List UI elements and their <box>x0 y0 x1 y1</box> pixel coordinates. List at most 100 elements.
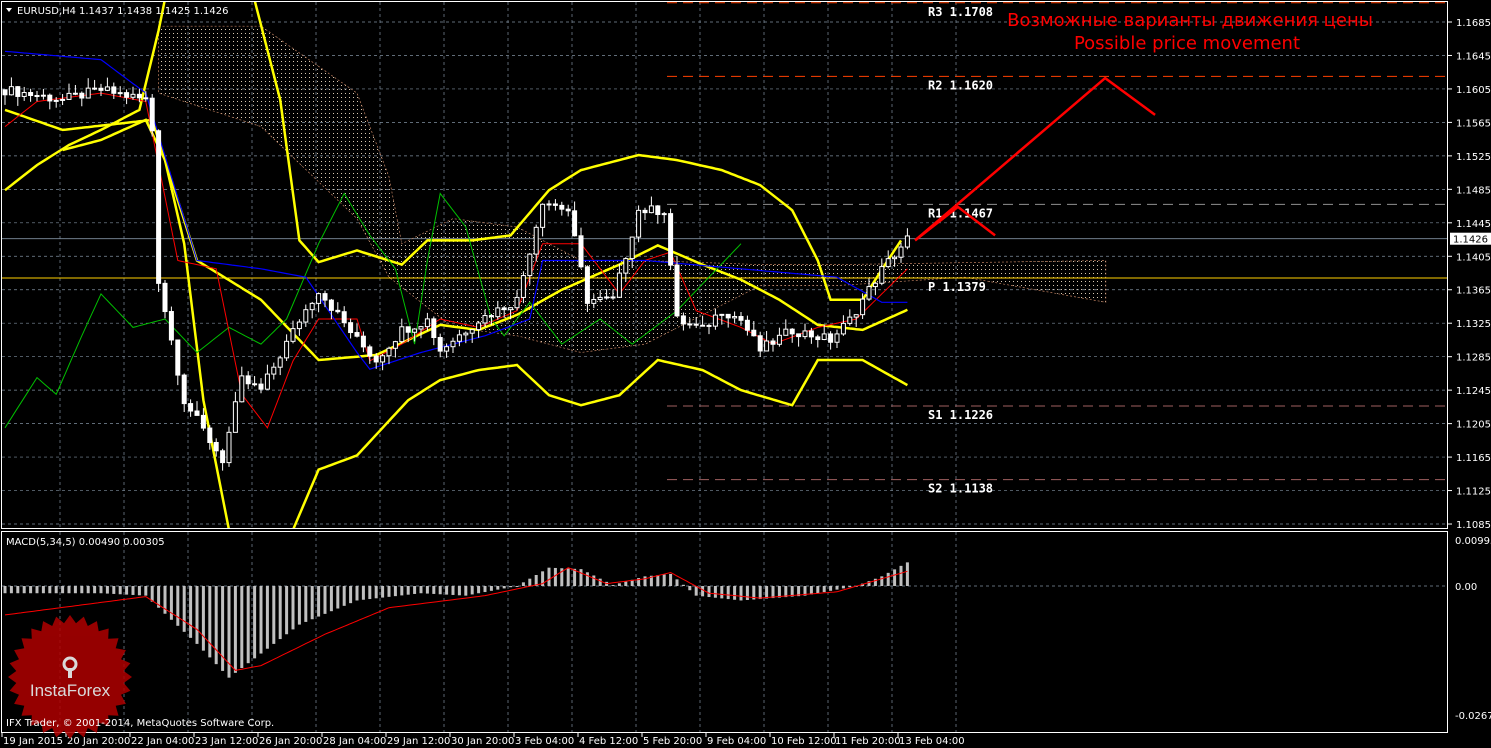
candle-bull <box>232 401 238 433</box>
macd-bar <box>368 586 372 600</box>
price-tick-label: 1.1485 <box>1456 185 1491 196</box>
macd-bar <box>464 586 468 596</box>
macd-bar <box>41 586 45 594</box>
time-tick-label: 29 Jan 12:00 <box>387 736 450 747</box>
macd-bar <box>681 584 685 586</box>
candle-bull <box>540 203 546 228</box>
candle-bull <box>495 307 501 318</box>
macd-bar <box>208 586 212 658</box>
candle-bear <box>584 266 590 304</box>
candle-bull <box>821 333 827 341</box>
price-tick-label: 1.1525 <box>1456 152 1491 163</box>
macd-bar <box>477 586 481 594</box>
candle-bull <box>296 321 302 330</box>
macd-bar <box>905 562 909 586</box>
time-tick-label: 23 Jan 12:00 <box>195 736 258 747</box>
macd-bar <box>841 586 845 589</box>
annotation-en: Possible price movement <box>1074 33 1300 54</box>
candle-bull <box>418 326 424 330</box>
macd-bar <box>291 586 295 630</box>
macd-bar <box>425 586 429 594</box>
candle-bull <box>303 309 309 323</box>
candle-bull <box>834 333 840 343</box>
macd-bar <box>502 586 506 589</box>
macd-bar <box>758 586 762 600</box>
macd-bar <box>720 586 724 599</box>
candle-bear <box>373 355 379 363</box>
candle-bull <box>732 316 738 319</box>
macd-bar <box>713 586 717 598</box>
candle-bull <box>661 213 667 216</box>
macd-bar <box>246 586 250 664</box>
macd-bar <box>739 586 743 601</box>
macd-bar <box>777 586 781 598</box>
macd-bar <box>521 582 525 586</box>
macd-bar <box>451 586 455 595</box>
macd-bar <box>22 586 26 594</box>
time-tick-label: 30 Jan 20:00 <box>451 736 514 747</box>
macd-bar <box>387 586 391 597</box>
macd-bar <box>355 586 359 601</box>
macd-bar <box>489 586 493 591</box>
time-tick-label: 11 Feb 20:00 <box>835 736 901 747</box>
candle-bear <box>808 330 814 338</box>
candle-bear <box>751 329 757 337</box>
macd-bar <box>195 586 199 644</box>
candle-bull <box>271 366 277 375</box>
candle-bear <box>252 383 258 386</box>
candle-bull <box>450 340 456 348</box>
macd-bar <box>419 586 423 594</box>
candle-bear <box>668 213 674 266</box>
macd-bar <box>829 586 833 591</box>
candle-bull <box>853 314 859 318</box>
macd-bar <box>144 586 148 596</box>
candle-bull <box>898 246 904 258</box>
macd-bar <box>118 586 122 595</box>
candle-bull <box>380 355 386 363</box>
dropdown-triangle-icon[interactable] <box>6 8 12 12</box>
candle-bull <box>239 375 245 403</box>
candle-bull <box>309 302 315 311</box>
candle-bull <box>476 322 482 331</box>
macd-bar <box>259 586 263 654</box>
macd-bar <box>169 586 173 620</box>
logo-text: InstaForex <box>30 681 111 700</box>
candle-bear <box>367 346 373 357</box>
candle-bear <box>156 130 162 284</box>
candle-bear <box>693 323 699 326</box>
candle-bear <box>488 315 494 318</box>
macd-bar <box>112 586 116 594</box>
price-tick-label: 1.1125 <box>1456 487 1491 498</box>
candle-bear <box>168 311 174 341</box>
macd-bar <box>611 585 615 587</box>
macd-bar <box>445 586 449 595</box>
macd-bar <box>547 567 551 586</box>
candle-bull <box>226 431 232 464</box>
candle-bull <box>316 293 322 304</box>
macd-bar <box>80 586 84 594</box>
price-tick-label: 1.1685 <box>1456 18 1491 29</box>
candle-bull <box>290 328 296 342</box>
price-tick-label: 1.1405 <box>1456 252 1491 263</box>
candle-bear <box>674 264 680 317</box>
macd-bar <box>886 572 890 586</box>
pivot-label-r2: R2 1.1620 <box>928 78 993 92</box>
candle-bear <box>501 307 507 311</box>
candle-bull <box>104 86 110 91</box>
candle-bear <box>341 311 347 324</box>
candle-bear <box>757 335 763 352</box>
macd-bar <box>265 586 269 649</box>
macd-panel-frame <box>1 531 1448 733</box>
price-chart[interactable]: R3 1.1708R2 1.1620R1 1.1467P 1.1379S1 1.… <box>0 0 1491 748</box>
candle-bear <box>79 92 85 99</box>
macd-panel <box>2 562 1447 678</box>
price-tick-label: 1.1285 <box>1456 353 1491 364</box>
macd-bar <box>329 586 333 612</box>
candle-bull <box>482 315 488 324</box>
current-price-label: 1.1426 <box>1453 235 1488 246</box>
candle-bull <box>463 332 469 336</box>
candle-bull <box>776 334 782 345</box>
macd-bar <box>9 586 13 594</box>
macd-bar <box>509 586 513 588</box>
macd-bar <box>893 569 897 586</box>
